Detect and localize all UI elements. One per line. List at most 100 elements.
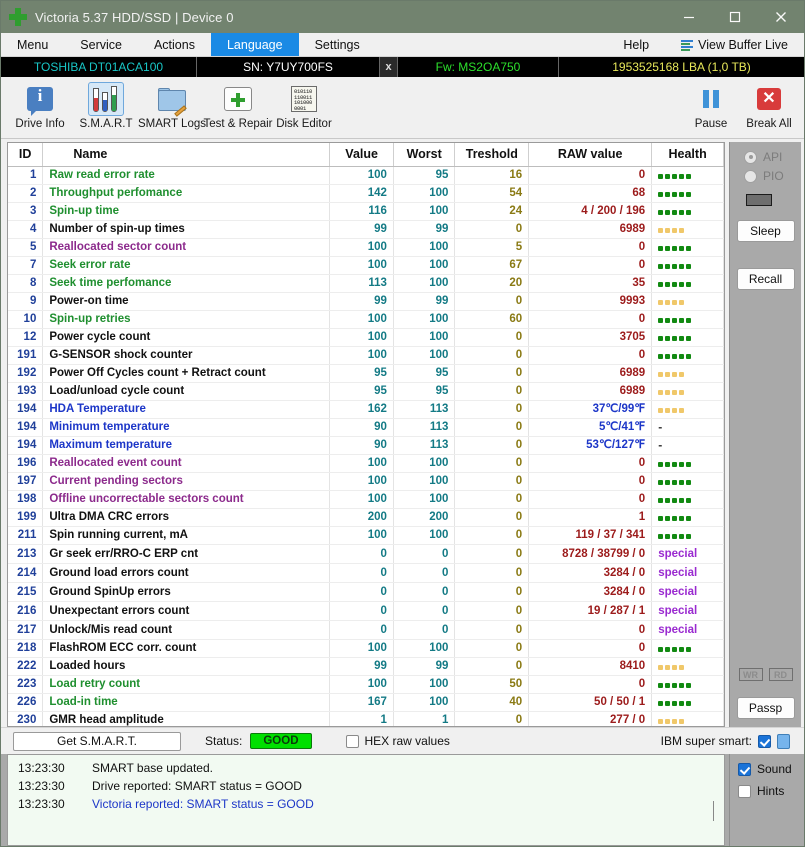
- toolbar-disk-editor[interactable]: 010110 110011 101000 0001 Disk Editor: [271, 80, 337, 136]
- hex-raw-values-checkbox[interactable]: [345, 734, 359, 748]
- table-row[interactable]: 10 Spin-up retries 100 100 60 0: [8, 310, 724, 329]
- sound-checkbox[interactable]: [738, 762, 751, 776]
- menu-item-language[interactable]: Language: [210, 33, 299, 56]
- table-row[interactable]: 216 Unexpectant errors count 0 0 0 19 / 287 /…: [8, 601, 724, 621]
- maximize-icon[interactable]: [712, 1, 758, 33]
- cell-value: 1: [329, 711, 394, 726]
- table-row[interactable]: 5 Reallocated sector count 100 100 5 0: [8, 238, 724, 257]
- table-row[interactable]: 194 HDA Temperature 162 113 0 37℃/99℉: [8, 400, 724, 419]
- health-bar-icon: [658, 228, 685, 233]
- wr-rd-group: WR RD: [738, 668, 793, 681]
- cell-worst: 100: [393, 256, 456, 275]
- table-row[interactable]: 217 Unlock/Mis read count 0 0 0 0 special: [8, 620, 724, 640]
- cell-id: 2: [8, 184, 44, 203]
- menu-item-menu[interactable]: Menu: [1, 33, 64, 56]
- close-icon[interactable]: [758, 1, 804, 33]
- table-row[interactable]: 198 Offline uncorrectable sectors count 10…: [8, 490, 724, 509]
- cell-raw-value: 9993: [528, 292, 653, 311]
- table-row[interactable]: 218 FlashROM ECC corr. count 100 100 0 0: [8, 639, 724, 658]
- toolbar-break-all[interactable]: ✕ Break All: [740, 80, 798, 136]
- ibm-super-smart-row[interactable]: IBM super smart:: [661, 733, 798, 749]
- table-row[interactable]: 226 Load-in time 167 100 40 50 / 50 / 1: [8, 693, 724, 712]
- table-row[interactable]: 3 Spin-up time 116 100 24 4 / 200 / 196: [8, 202, 724, 221]
- table-row[interactable]: 7 Seek error rate 100 100 67 0: [8, 256, 724, 275]
- cell-raw-value: 53℃/127℉: [528, 436, 653, 455]
- passport-button[interactable]: Passp: [736, 697, 795, 719]
- header-value[interactable]: Value: [329, 143, 394, 167]
- sound-label: Sound: [757, 762, 792, 776]
- table-row[interactable]: 9 Power-on time 99 99 0 9993: [8, 292, 724, 311]
- table-row[interactable]: 222 Loaded hours 99 99 0 8410: [8, 657, 724, 676]
- menu-item-help[interactable]: Help: [607, 33, 665, 56]
- header-health[interactable]: Health: [651, 143, 724, 167]
- cell-threshold: 0: [454, 400, 530, 419]
- pio-radio-row[interactable]: PIO: [730, 169, 801, 183]
- cell-raw-value: 1: [528, 508, 653, 527]
- cell-id: 218: [8, 639, 44, 658]
- hex-raw-values-row[interactable]: HEX raw values: [345, 734, 450, 748]
- cell-id: 215: [8, 582, 44, 602]
- table-row[interactable]: 196 Reallocated event count 100 100 0 0: [8, 454, 724, 473]
- table-row[interactable]: 4 Number of spin-up times 99 99 0 6989: [8, 220, 724, 239]
- pio-radio-icon[interactable]: [744, 169, 757, 183]
- cell-threshold: 0: [454, 292, 530, 311]
- cell-id: 226: [8, 693, 44, 712]
- toolbar-drive-info[interactable]: Drive Info: [7, 80, 73, 136]
- toolbar-smart-logs[interactable]: SMART Logs: [138, 80, 206, 136]
- table-row[interactable]: 215 Ground SpinUp errors 0 0 0 3284 / 0 specia…: [8, 582, 724, 602]
- toolbar-pause[interactable]: Pause: [682, 80, 740, 136]
- table-row[interactable]: 1 Raw read error rate 100 95 16 0: [8, 166, 724, 185]
- api-radio-row[interactable]: API: [730, 150, 801, 164]
- table-row[interactable]: 8 Seek time perfomance 113 100 20 35: [8, 274, 724, 293]
- cell-health: -: [651, 418, 724, 437]
- table-row[interactable]: 192 Power Off Cycles count + Retract coun…: [8, 364, 724, 383]
- header-threshold[interactable]: Treshold: [454, 143, 530, 167]
- hints-checkbox[interactable]: [738, 784, 751, 798]
- hints-row[interactable]: Hints: [738, 784, 801, 798]
- table-row[interactable]: 194 Maximum temperature 90 113 0 53℃/127℉ -: [8, 436, 724, 455]
- table-row[interactable]: 214 Ground load errors count 0 0 0 3284 / 0 sp…: [8, 563, 724, 583]
- table-row[interactable]: 197 Current pending sectors 100 100 0 0: [8, 472, 724, 491]
- health-bar-icon: [658, 683, 692, 688]
- menu-item-settings[interactable]: Settings: [299, 33, 376, 56]
- table-row[interactable]: 223 Load retry count 100 100 50 0: [8, 675, 724, 694]
- log-list[interactable]: 13:23:30 SMART base updated. 13:23:30 Drive…: [7, 754, 725, 846]
- table-row[interactable]: 191 G-SENSOR shock counter 100 100 0 0: [8, 346, 724, 365]
- header-id[interactable]: ID: [8, 143, 44, 167]
- ibm-super-smart-checkbox[interactable]: [758, 734, 771, 748]
- menu-item-actions[interactable]: Actions: [138, 33, 211, 56]
- toolbar-smart[interactable]: S.M.A.R.T: [73, 80, 139, 136]
- toolbar-test-repair[interactable]: Test & Repair: [203, 80, 273, 136]
- view-buffer-live-button[interactable]: View Buffer Live: [665, 33, 804, 56]
- cell-health: [651, 184, 724, 203]
- recall-button[interactable]: Recall: [736, 268, 795, 290]
- sleep-button[interactable]: Sleep: [736, 220, 795, 242]
- cell-value: 95: [329, 382, 394, 401]
- table-row[interactable]: 199 Ultra DMA CRC errors 200 200 0 1: [8, 508, 724, 527]
- cell-worst: 200: [393, 508, 456, 527]
- table-row[interactable]: 193 Load/unload cycle count 95 95 0 6989: [8, 382, 724, 401]
- table-row[interactable]: 213 Gr seek err/RRO-C ERP cnt 0 0 0 8728 / 38…: [8, 544, 724, 564]
- table-row[interactable]: 194 Minimum temperature 90 113 0 5℃/41℉ -: [8, 418, 724, 437]
- header-raw-value[interactable]: RAW value: [528, 143, 653, 167]
- sound-row[interactable]: Sound: [738, 762, 801, 776]
- minimize-icon[interactable]: [666, 1, 712, 33]
- header-name[interactable]: Name: [42, 143, 331, 167]
- wr-button[interactable]: WR: [738, 668, 763, 681]
- get-smart-button[interactable]: Get S.M.A.R.T.: [13, 731, 181, 751]
- drive-x-button[interactable]: x: [380, 57, 398, 77]
- cell-threshold: 20: [454, 274, 530, 293]
- table-row[interactable]: 2 Throughput perfomance 142 100 54 68: [8, 184, 724, 203]
- api-radio-icon[interactable]: [744, 150, 757, 164]
- menu-item-service[interactable]: Service: [64, 33, 138, 56]
- table-row[interactable]: 211 Spin running current, mA 100 100 0 119 / …: [8, 526, 724, 545]
- rd-button[interactable]: RD: [768, 668, 793, 681]
- header-worst[interactable]: Worst: [393, 143, 456, 167]
- status-badge: GOOD: [250, 733, 312, 749]
- ibm-super-smart-indicator[interactable]: [777, 733, 790, 749]
- cell-value: 100: [329, 238, 394, 257]
- table-row[interactable]: 12 Power cycle count 100 100 0 3705: [8, 328, 724, 347]
- cell-raw-value: 6989: [528, 220, 653, 239]
- health-bar-icon: [658, 665, 685, 670]
- table-row[interactable]: 230 GMR head amplitude 1 1 0 277 / 0: [8, 711, 724, 726]
